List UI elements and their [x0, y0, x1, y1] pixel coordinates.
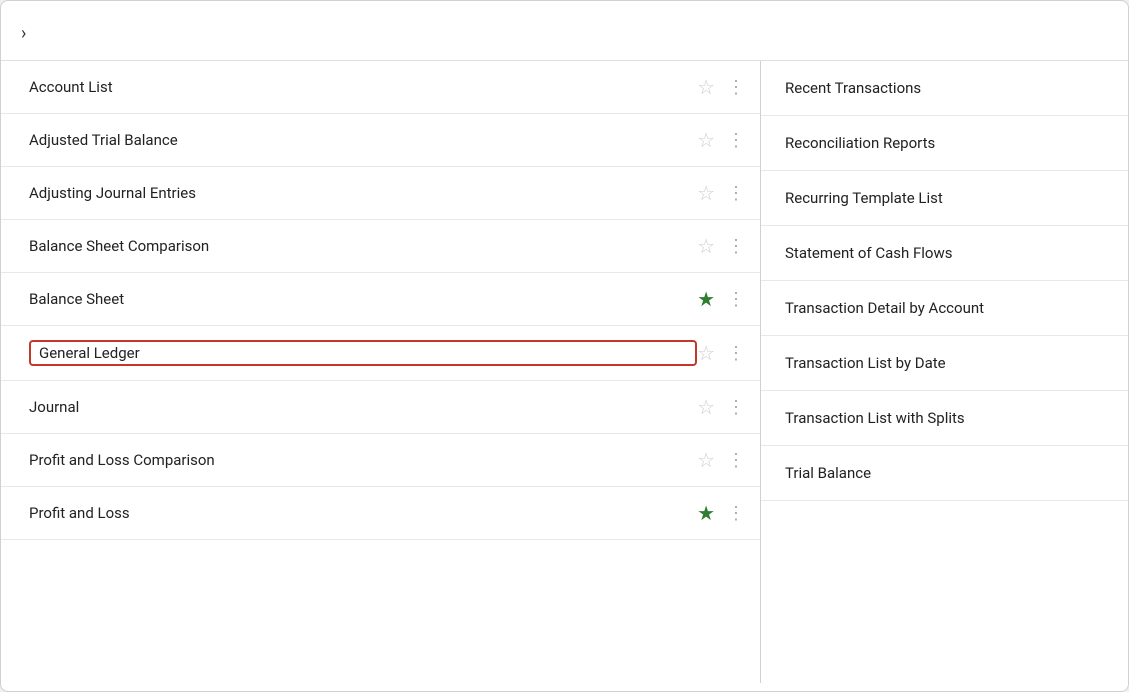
star-empty-icon[interactable]: ☆: [697, 234, 715, 258]
main-card: › Account List☆⋮Adjusted Trial Balance☆⋮…: [0, 0, 1129, 692]
star-empty-icon[interactable]: ☆: [697, 448, 715, 472]
right-item-transaction-list-by-date[interactable]: Transaction List by Date: [761, 336, 1128, 391]
left-item-adjusted-trial-balance[interactable]: Adjusted Trial Balance☆ ⋮: [1, 114, 760, 167]
expand-icon[interactable]: ›: [21, 23, 26, 44]
label-recent-transactions: Recent Transactions: [785, 79, 921, 97]
right-item-trial-balance[interactable]: Trial Balance: [761, 446, 1128, 501]
star-filled-icon[interactable]: ★: [697, 501, 715, 525]
label-balance-sheet-comparison: Balance Sheet Comparison: [29, 237, 697, 255]
label-transaction-list-with-splits: Transaction List with Splits: [785, 409, 965, 427]
left-item-profit-and-loss-comparison[interactable]: Profit and Loss Comparison☆ ⋮: [1, 434, 760, 487]
label-journal: Journal: [29, 398, 697, 416]
more-options-icon[interactable]: ⋮: [727, 77, 744, 98]
right-item-recent-transactions[interactable]: Recent Transactions: [761, 61, 1128, 116]
more-options-icon[interactable]: ⋮: [727, 130, 744, 151]
star-empty-icon[interactable]: ☆: [697, 75, 715, 99]
star-filled-icon[interactable]: ★: [697, 287, 715, 311]
star-empty-icon[interactable]: ☆: [697, 181, 715, 205]
more-options-icon[interactable]: ⋮: [727, 397, 744, 418]
left-item-journal[interactable]: Journal☆ ⋮: [1, 381, 760, 434]
right-item-statement-of-cash-flows[interactable]: Statement of Cash Flows: [761, 226, 1128, 281]
star-empty-icon[interactable]: ☆: [697, 128, 715, 152]
more-options-icon[interactable]: ⋮: [727, 343, 744, 364]
label-adjusting-journal-entries: Adjusting Journal Entries: [29, 184, 697, 202]
header: ›: [1, 1, 1128, 61]
right-item-recurring-template-list[interactable]: Recurring Template List: [761, 171, 1128, 226]
left-item-account-list[interactable]: Account List☆ ⋮: [1, 61, 760, 114]
left-item-adjusting-journal-entries[interactable]: Adjusting Journal Entries☆ ⋮: [1, 167, 760, 220]
more-options-icon[interactable]: ⋮: [727, 503, 744, 524]
label-statement-of-cash-flows: Statement of Cash Flows: [785, 244, 953, 262]
label-transaction-detail-by-account: Transaction Detail by Account: [785, 299, 984, 317]
label-transaction-list-by-date: Transaction List by Date: [785, 354, 946, 372]
label-balance-sheet: Balance Sheet: [29, 290, 697, 308]
more-options-icon[interactable]: ⋮: [727, 450, 744, 471]
star-empty-icon[interactable]: ☆: [697, 341, 715, 365]
label-reconciliation-reports: Reconciliation Reports: [785, 134, 935, 152]
label-adjusted-trial-balance: Adjusted Trial Balance: [29, 131, 697, 149]
right-item-transaction-detail-by-account[interactable]: Transaction Detail by Account: [761, 281, 1128, 336]
left-item-balance-sheet[interactable]: Balance Sheet★ ⋮: [1, 273, 760, 326]
left-panel: Account List☆⋮Adjusted Trial Balance☆⋮Ad…: [1, 61, 761, 683]
label-profit-and-loss-comparison: Profit and Loss Comparison: [29, 451, 697, 469]
label-profit-and-loss: Profit and Loss: [29, 504, 697, 522]
right-panel: Recent Transactions Reconciliation Report…: [761, 61, 1128, 683]
more-options-icon[interactable]: ⋮: [727, 289, 744, 310]
content-area: Account List☆⋮Adjusted Trial Balance☆⋮Ad…: [1, 61, 1128, 683]
right-item-reconciliation-reports[interactable]: Reconciliation Reports: [761, 116, 1128, 171]
label-account-list: Account List: [29, 78, 697, 96]
right-item-transaction-list-with-splits[interactable]: Transaction List with Splits: [761, 391, 1128, 446]
label-trial-balance: Trial Balance: [785, 464, 871, 482]
label-general-ledger: General Ledger: [29, 340, 697, 366]
more-options-icon[interactable]: ⋮: [727, 183, 744, 204]
left-item-balance-sheet-comparison[interactable]: Balance Sheet Comparison☆ ⋮: [1, 220, 760, 273]
label-recurring-template-list: Recurring Template List: [785, 189, 943, 207]
left-item-profit-and-loss[interactable]: Profit and Loss★ ⋮: [1, 487, 760, 540]
left-item-general-ledger[interactable]: General Ledger☆ ⋮: [1, 326, 760, 381]
star-empty-icon[interactable]: ☆: [697, 395, 715, 419]
more-options-icon[interactable]: ⋮: [727, 236, 744, 257]
